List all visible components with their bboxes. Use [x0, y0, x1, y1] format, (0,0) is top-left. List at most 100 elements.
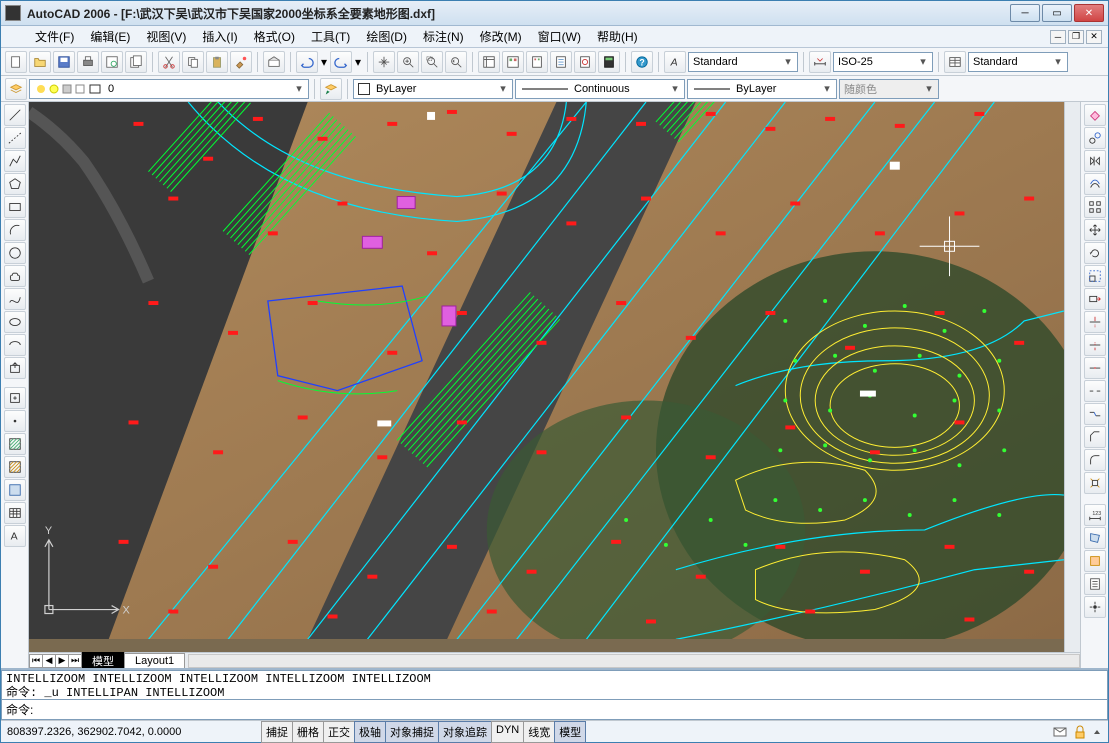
menu-insert[interactable]: 插入(I) [194, 26, 245, 47]
extend-button[interactable] [1084, 334, 1106, 356]
layer-previous-button[interactable] [320, 78, 342, 100]
plot-preview-button[interactable] [101, 51, 123, 73]
dropdown-arrow-icon[interactable]: ▾ [781, 55, 795, 68]
rotate-button[interactable] [1084, 242, 1106, 264]
markup-button[interactable] [574, 51, 596, 73]
area-button[interactable] [1084, 527, 1106, 549]
region-mass-button[interactable] [1084, 550, 1106, 572]
horizontal-scrollbar[interactable] [188, 654, 1080, 668]
fillet-button[interactable] [1084, 449, 1106, 471]
command-input[interactable] [37, 703, 1103, 717]
ellipse-arc-button[interactable] [4, 334, 26, 356]
table-button[interactable] [4, 502, 26, 524]
save-button[interactable] [53, 51, 75, 73]
help-button[interactable]: ? [631, 51, 653, 73]
chamfer-button[interactable] [1084, 426, 1106, 448]
otrack-toggle[interactable]: 对象追踪 [438, 721, 492, 743]
erase-button[interactable] [1084, 104, 1106, 126]
ortho-toggle[interactable]: 正交 [323, 721, 355, 743]
menu-window[interactable]: 窗口(W) [530, 26, 589, 47]
menu-file[interactable]: 文件(F) [27, 26, 82, 47]
distance-button[interactable]: 123 [1084, 504, 1106, 526]
zoom-previous-button[interactable] [445, 51, 467, 73]
join-button[interactable] [1084, 403, 1106, 425]
rectangle-button[interactable] [4, 196, 26, 218]
dropdown-arrow-icon[interactable]: ▾ [1051, 55, 1065, 68]
dropdown-arrow-icon[interactable]: ▾ [292, 82, 306, 95]
move-button[interactable] [1084, 219, 1106, 241]
undo-dropdown[interactable]: ▾ [320, 55, 328, 69]
dim-style-icon[interactable] [809, 51, 831, 73]
menu-help[interactable]: 帮助(H) [589, 26, 646, 47]
layer-combo[interactable]: 0 ▾ [29, 79, 309, 99]
dyn-toggle[interactable]: DYN [491, 721, 524, 743]
menu-format[interactable]: 格式(O) [246, 26, 303, 47]
dropdown-arrow-icon[interactable]: ▾ [820, 82, 834, 95]
explode-button[interactable] [1084, 472, 1106, 494]
polygon-button[interactable] [4, 173, 26, 195]
arc-button[interactable] [4, 219, 26, 241]
menu-tools[interactable]: 工具(T) [303, 26, 358, 47]
dropdown-arrow-icon[interactable]: ▾ [496, 82, 510, 95]
revision-cloud-button[interactable] [4, 265, 26, 287]
command-history[interactable]: INTELLIZOOM INTELLIZOOM INTELLIZOOM INTE… [1, 670, 1108, 700]
polyline-button[interactable] [4, 150, 26, 172]
menu-dimension[interactable]: 标注(N) [415, 26, 472, 47]
properties-button[interactable] [478, 51, 500, 73]
drawing-canvas[interactable]: X Y [29, 102, 1064, 652]
break-at-point-button[interactable] [1084, 357, 1106, 379]
block-editor-button[interactable] [263, 51, 285, 73]
comm-center-icon[interactable] [1052, 724, 1068, 740]
redo-dropdown[interactable]: ▾ [354, 55, 362, 69]
tool-palettes-button[interactable] [526, 51, 548, 73]
menu-view[interactable]: 视图(V) [138, 26, 194, 47]
insert-block-button[interactable] [4, 357, 26, 379]
mdi-restore[interactable]: ❐ [1068, 30, 1084, 44]
ellipse-button[interactable] [4, 311, 26, 333]
offset-button[interactable] [1084, 173, 1106, 195]
menu-edit[interactable]: 编辑(E) [82, 26, 138, 47]
stretch-button[interactable] [1084, 288, 1106, 310]
tab-prev[interactable]: ◀ [42, 654, 56, 668]
copy-object-button[interactable] [1084, 127, 1106, 149]
design-center-button[interactable] [502, 51, 524, 73]
tray-toggle-icon[interactable] [1092, 724, 1102, 740]
construction-line-button[interactable] [4, 127, 26, 149]
publish-button[interactable] [125, 51, 147, 73]
pan-button[interactable] [373, 51, 395, 73]
close-button[interactable]: ✕ [1074, 4, 1104, 22]
quickcalc-button[interactable] [598, 51, 620, 73]
sheetset-manager-button[interactable] [550, 51, 572, 73]
vertical-scrollbar[interactable] [1064, 102, 1080, 652]
spline-button[interactable] [4, 288, 26, 310]
make-block-button[interactable] [4, 387, 26, 409]
mtext-button[interactable]: A [4, 525, 26, 547]
cut-button[interactable] [158, 51, 180, 73]
zoom-realtime-button[interactable] [397, 51, 419, 73]
model-toggle[interactable]: 模型 [554, 721, 586, 743]
polar-toggle[interactable]: 极轴 [354, 721, 386, 743]
region-button[interactable] [4, 479, 26, 501]
tab-first[interactable]: ⏮ [29, 654, 43, 668]
dropdown-arrow-icon[interactable]: ▾ [916, 55, 930, 68]
menu-draw[interactable]: 绘图(D) [358, 26, 415, 47]
maximize-button[interactable]: ▭ [1042, 4, 1072, 22]
paste-button[interactable] [206, 51, 228, 73]
osnap-toggle[interactable]: 对象捕捉 [385, 721, 439, 743]
match-properties-button[interactable] [230, 51, 252, 73]
circle-button[interactable] [4, 242, 26, 264]
mirror-button[interactable] [1084, 150, 1106, 172]
layer-manager-button[interactable] [5, 78, 27, 100]
array-button[interactable] [1084, 196, 1106, 218]
line-button[interactable] [4, 104, 26, 126]
table-style-icon[interactable] [944, 51, 966, 73]
list-button[interactable] [1084, 573, 1106, 595]
print-button[interactable] [77, 51, 99, 73]
break-button[interactable] [1084, 380, 1106, 402]
menu-modify[interactable]: 修改(M) [472, 26, 530, 47]
tab-layout1[interactable]: Layout1 [124, 653, 185, 668]
zoom-window-button[interactable] [421, 51, 443, 73]
mdi-minimize[interactable]: ─ [1050, 30, 1066, 44]
linetype-combo[interactable]: Continuous ▾ [515, 79, 685, 99]
coordinates-display[interactable]: 808397.2326, 362902.7042, 0.0000 [1, 726, 251, 738]
